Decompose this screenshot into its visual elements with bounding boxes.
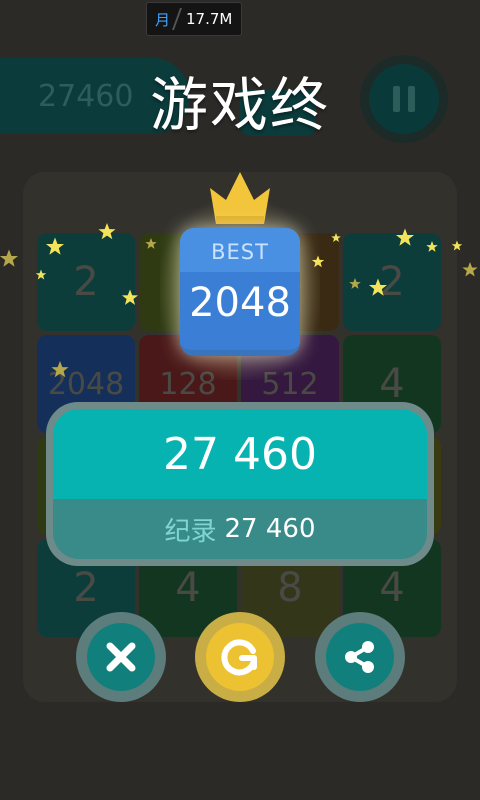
share-button-face xyxy=(326,623,394,691)
status-separator xyxy=(172,8,183,30)
month-indicator: 月 xyxy=(155,10,171,29)
restart-button-face xyxy=(206,623,274,691)
close-button-face xyxy=(87,623,155,691)
restart-button[interactable] xyxy=(195,612,285,702)
best-value: 2048 xyxy=(189,280,291,326)
restart-icon xyxy=(221,639,257,676)
final-score-value: 27 460 xyxy=(163,428,317,480)
board-tile: 2 xyxy=(343,233,441,331)
share-icon xyxy=(345,641,374,673)
best-label: BEST xyxy=(211,240,269,264)
share-button[interactable] xyxy=(315,612,405,702)
crown-icon xyxy=(210,172,270,224)
final-score-panel: 27 460 纪录 27 460 xyxy=(46,402,434,566)
board-tile: 2 xyxy=(37,233,135,331)
close-button[interactable] xyxy=(76,612,166,702)
record-label: 纪录 xyxy=(164,516,217,547)
record-row: 纪录 27 460 xyxy=(53,499,427,559)
close-icon xyxy=(106,642,136,672)
final-score: 27 460 xyxy=(53,409,427,499)
status-indicator: 月 17.7M xyxy=(146,2,242,36)
data-usage: 17.7M xyxy=(186,10,233,28)
best-score-card: BEST 2048 xyxy=(180,228,300,356)
record-value: 27 460 xyxy=(224,514,316,544)
game-over-title: 游戏终 xyxy=(149,71,330,139)
